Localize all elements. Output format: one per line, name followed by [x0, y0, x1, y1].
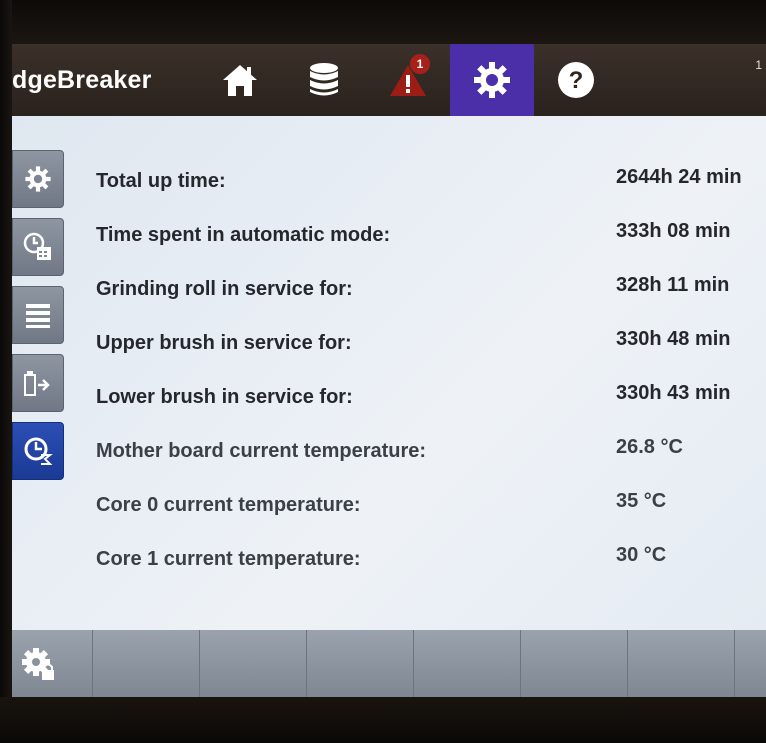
toolbar-settings-lock-button[interactable]: [12, 630, 92, 697]
help-icon: ?: [558, 62, 594, 98]
side-tab-list[interactable]: [12, 286, 64, 344]
content-panel: Total up time: 2644h 24 min Time spent i…: [12, 116, 766, 630]
corner-number: 1: [755, 58, 762, 72]
gear-icon: [25, 166, 51, 192]
side-tab-settings[interactable]: [12, 150, 64, 208]
gear-icon: [474, 62, 510, 98]
toolbar-slot-2[interactable]: [199, 630, 307, 697]
screen-bezel-bottom: [0, 697, 766, 743]
toolbar-slot-6[interactable]: [627, 630, 735, 697]
side-tab-statistics[interactable]: [12, 422, 64, 480]
usb-export-icon: [24, 371, 50, 396]
side-tab-schedule[interactable]: [12, 218, 64, 276]
stat-value: 30 °C: [616, 544, 667, 566]
side-tab-export[interactable]: [12, 354, 64, 412]
stat-value: 330h 48 min: [616, 328, 731, 350]
stat-row-automatic-mode: Time spent in automatic mode: 333h 08 mi…: [96, 220, 756, 250]
stat-value: 26.8 °C: [616, 436, 683, 458]
nav-database-button[interactable]: [282, 44, 366, 116]
stat-value: 35 °C: [616, 490, 667, 512]
nav-settings-button[interactable]: [450, 44, 534, 116]
nav-home-button[interactable]: [198, 44, 282, 116]
clock-sigma-icon: [24, 437, 53, 465]
stat-label: Lower brush in service for:: [96, 386, 353, 408]
nav-help-button[interactable]: ?: [534, 44, 618, 116]
stat-label: Upper brush in service for:: [96, 332, 352, 354]
nav-alarm-button[interactable]: 1: [366, 44, 450, 116]
top-bar: dgeBreaker 1 ? 1: [12, 44, 766, 116]
stat-row-core1-temperature: Core 1 current temperature: 30 °C: [96, 544, 756, 574]
stat-row-grinding-roll: Grinding roll in service for: 328h 11 mi…: [96, 274, 756, 304]
stat-label: Total up time:: [96, 170, 226, 192]
stat-row-total-up-time: Total up time: 2644h 24 min: [96, 166, 756, 196]
stat-label: Core 0 current temperature:: [96, 494, 361, 516]
alarm-badge: 1: [410, 54, 430, 74]
toolbar-slot-1[interactable]: [92, 630, 200, 697]
stat-value: 333h 08 min: [616, 220, 731, 242]
stat-row-motherboard-temperature: Mother board current temperature: 26.8 °…: [96, 436, 756, 466]
toolbar-slot-4[interactable]: [413, 630, 521, 697]
toolbar-slot-7[interactable]: [734, 630, 766, 697]
stat-row-upper-brush: Upper brush in service for: 330h 48 min: [96, 328, 756, 358]
toolbar-slot-3[interactable]: [306, 630, 414, 697]
stat-label: Grinding roll in service for:: [96, 278, 353, 300]
stat-label: Mother board current temperature:: [96, 440, 427, 462]
stat-value: 330h 43 min: [616, 382, 731, 404]
bottom-toolbar: [12, 630, 766, 697]
list-icon: [26, 304, 50, 328]
clock-calendar-icon: [23, 232, 51, 260]
stat-label: Time spent in automatic mode:: [96, 224, 391, 246]
stat-value: 2644h 24 min: [616, 166, 742, 188]
screen-bezel-top: [0, 0, 766, 44]
stat-row-core0-temperature: Core 0 current temperature: 35 °C: [96, 490, 756, 520]
app-brand: dgeBreaker: [12, 66, 152, 94]
toolbar-slot-5[interactable]: [520, 630, 628, 697]
svg-text:?: ?: [569, 67, 584, 94]
stat-value: 328h 11 min: [616, 274, 730, 296]
database-icon: [310, 63, 338, 96]
home-icon: [223, 65, 257, 96]
stat-row-lower-brush: Lower brush in service for: 330h 43 min: [96, 382, 756, 412]
screen-bezel-left: [0, 0, 12, 743]
stat-label: Core 1 current temperature:: [96, 548, 361, 570]
gear-lock-icon: [22, 648, 54, 680]
